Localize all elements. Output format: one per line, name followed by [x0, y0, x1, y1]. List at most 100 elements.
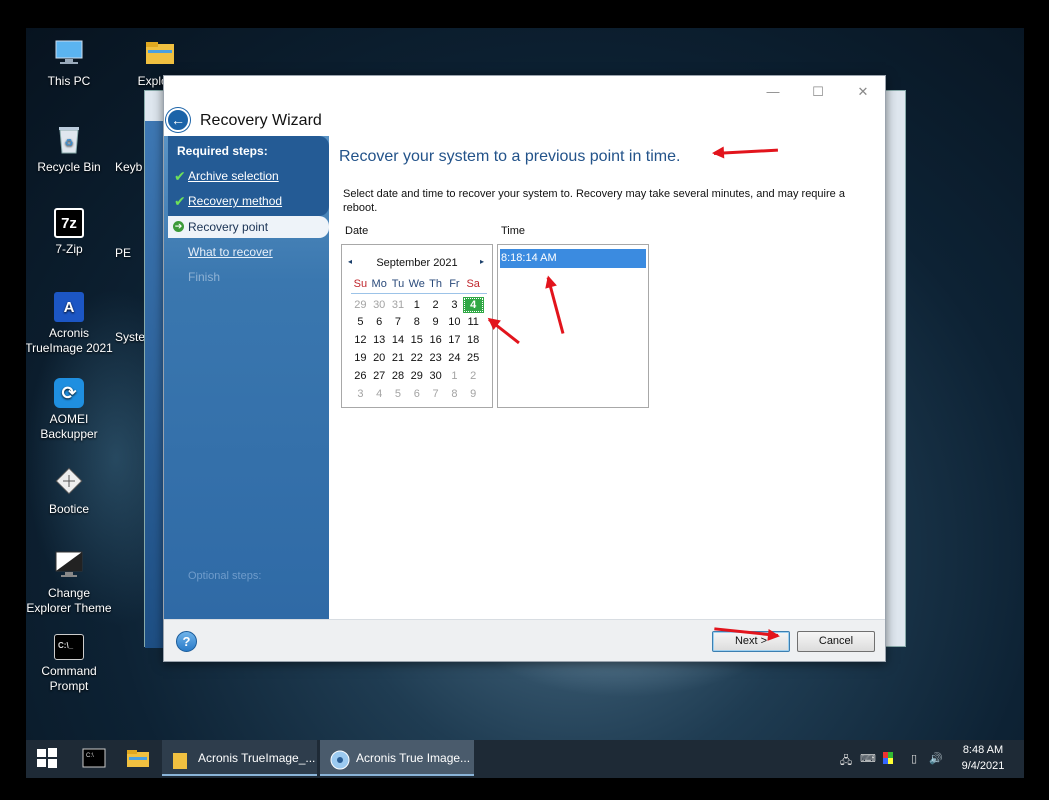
calendar-day[interactable]: 29	[407, 370, 426, 382]
calendar-week-row: 26 27 28 29 30 1 2	[351, 367, 487, 385]
desktop-icon-label: AOMEI Backupper	[40, 412, 98, 441]
calendar-day[interactable]: 1	[407, 299, 426, 311]
desktop-icon-label: Keyb	[115, 160, 143, 174]
calendar-day[interactable]: 7	[426, 388, 445, 400]
calendar-day[interactable]: 5	[351, 316, 370, 328]
step-recovery-point[interactable]: ➔ Recovery point	[168, 216, 329, 238]
desktop-icon-recycle-bin[interactable]: ♻ Recycle Bin	[26, 122, 114, 175]
calendar-day[interactable]: 31	[389, 299, 408, 311]
calendar-day[interactable]: 30	[370, 299, 389, 311]
step-recovery-method[interactable]: ✔ Recovery method	[168, 190, 329, 212]
step-finish: Finish	[188, 270, 221, 284]
display-tray-icon[interactable]	[882, 752, 898, 766]
keyboard-tray-icon[interactable]: ⌨	[860, 752, 876, 766]
calendar-day[interactable]: 23	[426, 352, 445, 364]
usb-icon[interactable]: ▯	[906, 752, 922, 766]
calendar-day[interactable]: 24	[445, 352, 464, 364]
desktop: This PC Explorer ♻ Recycle Bin Keyb 7z 7…	[26, 28, 1024, 778]
calendar-day[interactable]: 28	[389, 370, 408, 382]
calendar-day-selected[interactable]: 4	[462, 296, 484, 313]
volume-icon[interactable]: 🔊	[928, 752, 944, 766]
time-item-selected[interactable]: 8:18:14 AM	[500, 249, 646, 268]
svg-text:C:\: C:\	[86, 753, 94, 759]
cancel-button[interactable]: Cancel	[797, 631, 875, 652]
calendar-weekday: Fr	[449, 277, 460, 290]
calendar-day[interactable]: 4	[370, 388, 389, 400]
desktop-icon-7zip[interactable]: 7z 7-Zip	[26, 208, 114, 257]
calendar-day[interactable]: 19	[351, 352, 370, 364]
calendar-day[interactable]: 12	[351, 334, 370, 346]
calendar-day[interactable]: 14	[389, 334, 408, 346]
calendar-day[interactable]: 27	[370, 370, 389, 382]
calendar-day[interactable]: 7	[389, 316, 408, 328]
calendar-week-row: 19 20 21 22 23 24 25	[351, 349, 487, 367]
start-windows-icon[interactable]	[36, 747, 60, 771]
calendar-day[interactable]: 6	[407, 388, 426, 400]
calendar-day[interactable]: 22	[407, 352, 426, 364]
calendar-weekday: Sa	[466, 277, 480, 290]
desktop-icon-acronis[interactable]: A Acronis TrueImage 2021	[26, 292, 114, 356]
date-label: Date	[345, 225, 369, 237]
calendar-day[interactable]: 20	[370, 352, 389, 364]
calendar-month: September 2021	[376, 257, 458, 269]
step-archive-selection[interactable]: ✔ Archive selection	[168, 165, 329, 187]
cmd-taskbar-icon[interactable]: C:\	[82, 747, 106, 771]
time-list[interactable]: 8:18:14 AM	[497, 244, 649, 408]
calendar-day[interactable]: 17	[445, 334, 464, 346]
calendar-grid: Su Mo Tu We Th Fr Sa 29 30 31 1 2 3 4 5 6 7 8 9 10 11 12 13 14 1…	[351, 275, 487, 403]
date-calendar[interactable]: ◂ September 2021 ▸ Su Mo Tu We Th Fr Sa 29 30 31 1…	[341, 244, 493, 408]
back-arrow-icon[interactable]: ←	[166, 108, 190, 132]
network-icon[interactable]: 🖧	[838, 752, 854, 767]
calendar-next-icon[interactable]: ▸	[480, 257, 484, 266]
maximize-icon[interactable]: ☐	[798, 84, 838, 104]
wizard-steps-sidebar: Required steps: ✔ Archive selection ✔ Re…	[164, 136, 329, 619]
desktop-icon-bootice[interactable]: Bootice	[26, 464, 114, 517]
calendar-day[interactable]: 8	[445, 388, 464, 400]
minimize-icon[interactable]: —	[753, 84, 793, 104]
calendar-day[interactable]: 9	[426, 316, 445, 328]
desktop-icon-change-explorer-theme[interactable]: Change Explorer Theme	[26, 548, 114, 616]
calendar-day[interactable]: 15	[407, 334, 426, 346]
calendar-day[interactable]: 6	[370, 316, 389, 328]
folder-icon	[172, 748, 190, 769]
desktop-icon-command-prompt[interactable]: C:\_ Command Prompt	[26, 634, 114, 694]
taskbar-task-acronis-folder[interactable]: Acronis TrueImage_...	[162, 740, 317, 776]
desktop-icon-label: Change Explorer Theme	[26, 586, 112, 615]
check-icon: ✔	[174, 168, 186, 184]
calendar-day[interactable]: 13	[370, 334, 389, 346]
calendar-day[interactable]: 30	[426, 370, 445, 382]
calendar-week-row: 3456789	[351, 385, 487, 403]
calendar-day[interactable]: 26	[351, 370, 370, 382]
taskbar-task-acronis-true-image[interactable]: Acronis True Image...	[320, 740, 474, 776]
desktop-icon-label: Syste	[115, 330, 146, 344]
calendar-day[interactable]: 9	[464, 388, 483, 400]
taskbar-clock[interactable]: 8:48 AM 9/4/2021	[950, 742, 1016, 774]
svg-text:♻: ♻	[65, 138, 74, 149]
taskbar: C:\ Acronis TrueImage_... Acronis True I…	[26, 740, 1024, 778]
calendar-weekday: Su	[353, 277, 368, 290]
close-icon[interactable]: ✕	[843, 84, 883, 104]
calendar-day[interactable]: 16	[426, 334, 445, 346]
calendar-day[interactable]: 1	[445, 370, 464, 382]
desktop-icon-aomei[interactable]: ⟳ AOMEI Backupper	[26, 378, 114, 442]
calendar-weekday: Tu	[391, 277, 405, 290]
calendar-day[interactable]: 2	[464, 370, 483, 382]
file-explorer-taskbar-icon[interactable]	[126, 747, 150, 771]
calendar-separator	[351, 292, 487, 294]
calendar-day[interactable]: 5	[389, 388, 408, 400]
monitor-icon	[52, 548, 86, 582]
calendar-day[interactable]: 25	[464, 352, 483, 364]
help-icon[interactable]: ?	[176, 631, 197, 652]
calendar-day[interactable]: 2	[426, 299, 445, 311]
calendar-day[interactable]: 21	[389, 352, 408, 364]
step-what-to-recover[interactable]: What to recover	[168, 241, 329, 263]
explorer-icon	[143, 36, 177, 70]
calendar-day[interactable]: 3	[445, 299, 464, 311]
desktop-icon-this-pc[interactable]: This PC	[26, 36, 114, 89]
calendar-day[interactable]: 11	[464, 316, 483, 328]
calendar-day[interactable]: 29	[351, 299, 370, 311]
calendar-day[interactable]: 3	[351, 388, 370, 400]
calendar-day[interactable]: 8	[407, 316, 426, 328]
calendar-day[interactable]: 10	[445, 316, 464, 328]
calendar-day[interactable]: 18	[464, 334, 483, 346]
